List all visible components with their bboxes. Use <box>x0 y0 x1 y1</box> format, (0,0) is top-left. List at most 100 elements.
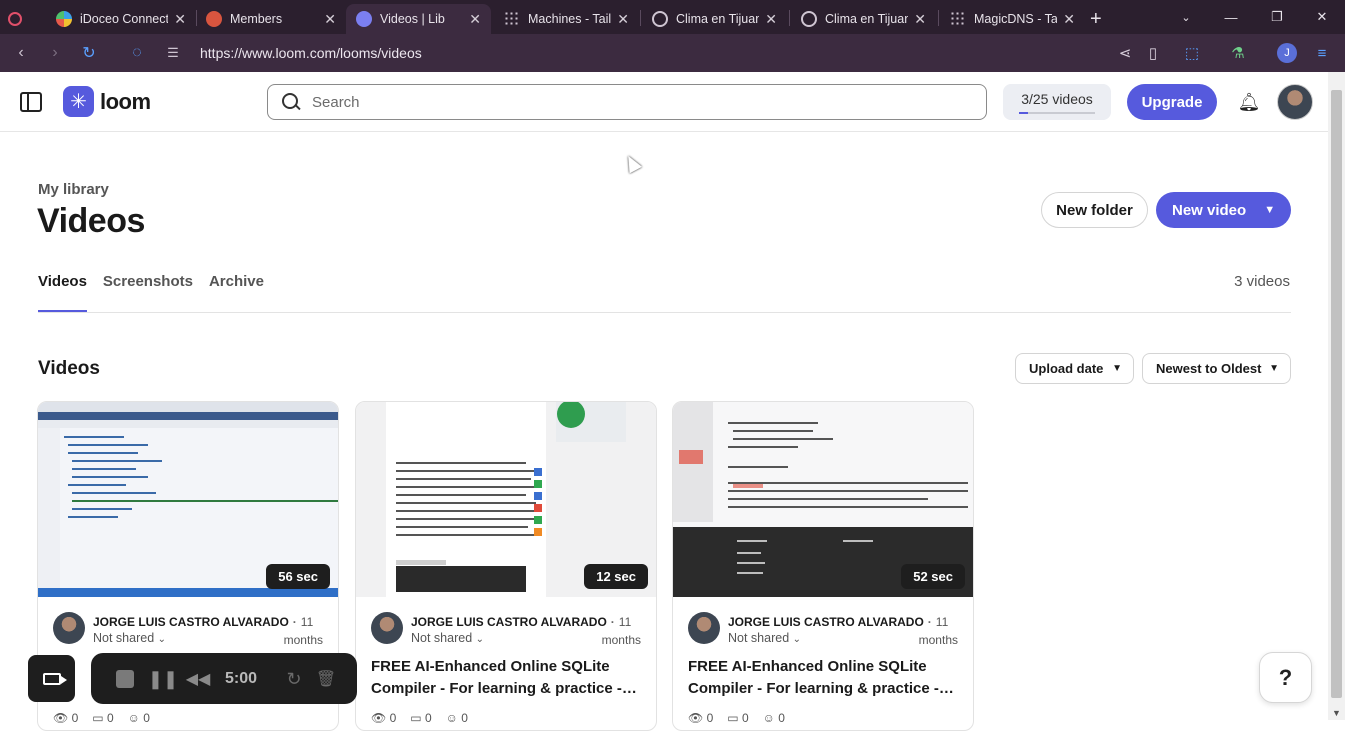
page-title: Videos <box>37 202 145 240</box>
video-age-unit: months <box>283 633 323 647</box>
restore-button[interactable]: ❐ <box>1254 0 1300 34</box>
views-stat: 👁︎ 0 <box>371 711 397 725</box>
forward-icon[interactable]: › <box>42 40 68 66</box>
reactions-count: 0 <box>143 711 150 725</box>
video-count: 3 videos <box>1234 273 1290 290</box>
new-video-button[interactable]: New video ▼ <box>1156 192 1291 228</box>
close-tab-icon[interactable]: ✕ <box>174 11 186 28</box>
views-count: 0 <box>389 711 397 725</box>
pause-button[interactable]: ❚❚ <box>148 667 178 691</box>
sort-order-dropdown[interactable]: Newest to Oldest ▼ <box>1142 353 1291 384</box>
video-thumbnail[interactable]: 12 sec <box>356 402 656 597</box>
tab-videos[interactable]: Videos <box>38 273 87 313</box>
new-tab-button[interactable]: + <box>1090 4 1114 34</box>
comments-stat: ▭ 0 <box>92 711 114 725</box>
breadcrumb-my-library[interactable]: My library <box>38 181 109 198</box>
address-bar-url[interactable]: https://www.loom.com/looms/videos <box>200 45 422 61</box>
video-title[interactable]: FREE AI-Enhanced Online SQLite Compiler … <box>688 656 958 700</box>
sidebar-toggle-icon[interactable] <box>20 92 42 112</box>
menu-icon[interactable]: ≡ <box>1311 42 1333 64</box>
tab-screenshots[interactable]: Screenshots <box>103 273 193 313</box>
video-age: 11 <box>935 615 949 629</box>
browser-tab-clima-1[interactable]: Clima en Tijuan ✕ <box>642 4 787 34</box>
rewind-button[interactable]: ◀◀ <box>185 667 211 691</box>
quota-progress-bar <box>1019 112 1095 114</box>
upgrade-button[interactable]: Upgrade <box>1127 84 1217 120</box>
tab-title: MagicDNS - Tail <box>974 12 1058 26</box>
close-tab-icon[interactable]: ✕ <box>1063 11 1075 28</box>
profile-avatar-icon[interactable]: J <box>1277 43 1297 63</box>
close-tab-icon[interactable]: ✕ <box>617 11 629 28</box>
browser-tab-members[interactable]: Members ✕ <box>196 4 346 34</box>
globe-icon <box>801 11 817 27</box>
recording-timer: 5:00 <box>224 670 258 687</box>
author-avatar[interactable] <box>53 612 85 644</box>
site-settings-icon[interactable]: ☰ <box>160 40 186 66</box>
restart-button[interactable]: ↻ <box>283 667 305 691</box>
video-card[interactable]: 52 sec JORGE LUIS CASTRO ALVARADO · 11 Not… <box>672 401 974 731</box>
sharing-status-dropdown[interactable]: Not shared ⌄ <box>411 631 484 645</box>
close-tab-icon[interactable]: ✕ <box>469 11 481 28</box>
extension-sync-icon[interactable]: ◌ <box>124 40 150 66</box>
author-avatar[interactable] <box>371 612 403 644</box>
minimize-button[interactable]: — <box>1208 0 1254 34</box>
browser-tab-clima-2[interactable]: Clima en Tijuan ✕ <box>791 4 936 34</box>
tailscale-favicon-icon <box>950 11 966 27</box>
browser-tab-idoceo[interactable]: iDoceo Connect ✕ <box>46 4 196 34</box>
browser-toolbar: ‹ › ↻ ◌ ☰ https://www.loom.com/looms/vid… <box>0 34 1345 72</box>
close-tab-icon[interactable]: ✕ <box>324 11 336 28</box>
reactions-stat: ☺ 0 <box>127 711 150 725</box>
flask-icon[interactable]: ⚗ <box>1227 42 1249 64</box>
close-tab-icon[interactable]: ✕ <box>914 11 926 28</box>
tab-title: Clima en Tijuan <box>676 12 760 26</box>
duration-badge: 56 sec <box>266 564 330 589</box>
scroll-down-arrow-icon[interactable]: ▼ <box>1332 708 1341 718</box>
chevron-down-icon: ⌄ <box>157 634 167 645</box>
help-button[interactable]: ? <box>1259 652 1312 703</box>
video-quota-badge[interactable]: 3/25 videos <box>1003 84 1111 120</box>
comments-count: 0 <box>106 711 114 725</box>
browser-menu-icon[interactable] <box>8 4 28 34</box>
close-tab-icon[interactable]: ✕ <box>765 11 777 28</box>
video-card[interactable]: 12 sec JORGE LUIS CASTRO ALVARADO · 11 Not… <box>355 401 657 731</box>
search-box[interactable] <box>267 84 987 120</box>
video-title[interactable]: FREE AI-Enhanced Online SQLite Compiler … <box>371 656 641 700</box>
reload-icon[interactable]: ↻ <box>76 40 102 66</box>
back-icon[interactable]: ‹ <box>8 40 34 66</box>
browser-tab-loom-videos[interactable]: Videos | Lib ✕ <box>346 4 491 34</box>
author-name: JORGE LUIS CASTRO ALVARADO <box>93 615 289 629</box>
browser-tab-machines[interactable]: Machines - Tails ✕ <box>494 4 639 34</box>
new-video-label: New video <box>1172 201 1247 219</box>
new-folder-button[interactable]: New folder <box>1041 192 1148 228</box>
tab-archive[interactable]: Archive <box>209 273 264 313</box>
logo-text: loom <box>100 88 151 114</box>
sharing-status-dropdown[interactable]: Not shared ⌄ <box>93 631 166 645</box>
video-stats: 👁︎ 0 ▭ 0 ☺ 0 <box>371 711 482 725</box>
user-avatar[interactable] <box>1277 84 1313 120</box>
author-line: JORGE LUIS CASTRO ALVARADO · 11 <box>93 615 314 629</box>
views-stat: 👁︎ 0 <box>53 711 79 725</box>
browser-tab-strip: iDoceo Connect ✕ Members ✕ Videos | Lib … <box>0 0 1345 34</box>
sharing-status-dropdown[interactable]: Not shared ⌄ <box>728 631 801 645</box>
stop-icon <box>116 670 134 688</box>
scrollbar-thumb[interactable] <box>1331 90 1342 698</box>
video-thumbnail[interactable]: 52 sec <box>673 402 973 597</box>
sort-field-dropdown[interactable]: Upload date ▼ <box>1015 353 1134 384</box>
extensions-icon[interactable]: ⬚ <box>1181 42 1203 64</box>
tab-search-icon[interactable]: ⌄ <box>1163 0 1209 34</box>
quota-progress-fill <box>1019 112 1029 114</box>
search-input[interactable] <box>312 93 912 111</box>
loom-logo[interactable]: ✳ loom <box>63 86 151 117</box>
camera-toggle-button[interactable] <box>28 655 75 702</box>
stop-recording-button[interactable] <box>113 667 137 691</box>
author-avatar[interactable] <box>688 612 720 644</box>
close-window-button[interactable]: ✕ <box>1299 0 1345 34</box>
share-icon[interactable]: ⋖ <box>1114 42 1136 64</box>
browser-tab-magicdns[interactable]: MagicDNS - Tail ✕ <box>940 4 1085 34</box>
video-thumbnail[interactable]: 56 sec <box>38 402 338 597</box>
bookmark-icon[interactable]: ▯ <box>1142 42 1164 64</box>
notifications-bell-icon[interactable]: 🔔︎ <box>1237 90 1261 114</box>
delete-recording-button[interactable]: 🗑︎ <box>315 667 337 691</box>
page-scrollbar[interactable]: ▼ <box>1328 72 1345 720</box>
chevron-down-icon: ⌄ <box>475 634 485 645</box>
